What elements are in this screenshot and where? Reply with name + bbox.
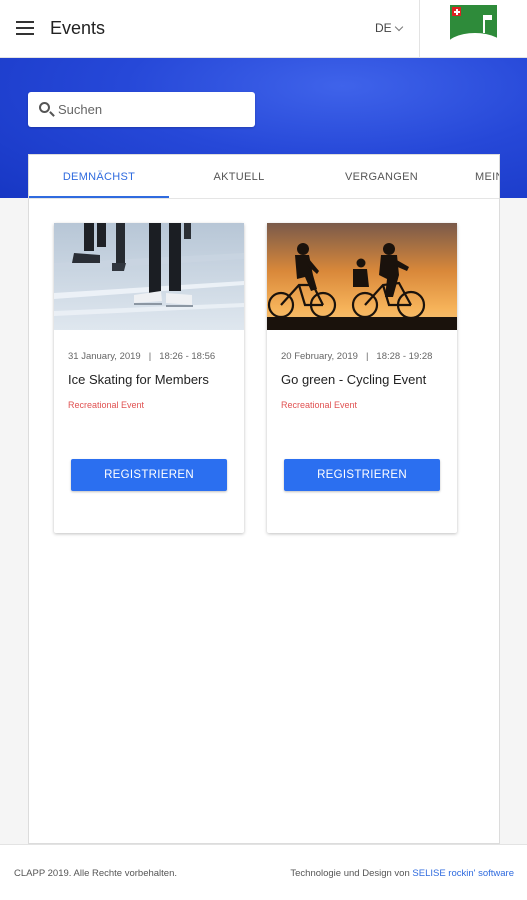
event-date: 20 February, 2019 — [281, 351, 358, 362]
event-category: Recreational Event — [281, 400, 358, 410]
search-box[interactable] — [28, 92, 255, 127]
language-selector[interactable]: DE — [375, 21, 403, 35]
credit-prefix: Technologie und Design von — [290, 868, 410, 879]
tab-bar: DEMNÄCHST AKTUELL VERGANGEN MEIN — [29, 155, 499, 199]
event-card[interactable]: 31 January, 2019 | 18:26 - 18:56 Ice Skati… — [54, 223, 244, 533]
event-date: 31 January, 2019 — [68, 351, 141, 362]
event-title[interactable]: Ice Skating for Members — [68, 372, 209, 387]
active-tab-indicator — [29, 196, 169, 198]
credit-text: Technologie und Design von SELISE rockin… — [290, 868, 514, 879]
footer: CLAPP 2019. Alle Rechte vorbehalten. Tec… — [0, 844, 527, 900]
swiss-flag-icon — [452, 7, 461, 16]
event-card[interactable]: 20 February, 2019 | 18:28 - 19:28 Go green… — [267, 223, 457, 533]
chevron-down-icon — [394, 22, 403, 32]
register-button[interactable]: REGISTRIEREN — [71, 459, 227, 491]
search-icon — [39, 102, 50, 113]
divider — [419, 0, 420, 58]
event-category: Recreational Event — [68, 400, 145, 410]
tab-current[interactable]: AKTUELL — [169, 155, 309, 199]
register-button[interactable]: REGISTRIEREN — [284, 459, 440, 491]
event-title[interactable]: Go green - Cycling Event — [281, 372, 426, 387]
event-time: 18:26 - 18:56 — [159, 351, 216, 362]
date-time-separator: | — [365, 351, 369, 362]
event-image-cycling — [267, 223, 457, 330]
tab-past[interactable]: VERGANGEN — [309, 155, 454, 199]
event-time: 18:28 - 19:28 — [376, 351, 433, 362]
copyright-text: CLAPP 2019. Alle Rechte vorbehalten. — [14, 868, 178, 879]
page-title: Events — [50, 18, 106, 38]
club-logo[interactable] — [450, 5, 497, 52]
tab-upcoming[interactable]: DEMNÄCHST — [29, 155, 169, 199]
menu-icon[interactable] — [16, 21, 34, 35]
date-time-separator: | — [148, 351, 152, 362]
event-image-ice-skating — [54, 223, 244, 330]
language-label: DE — [375, 21, 392, 35]
tab-mine[interactable]: MEIN — [475, 155, 499, 199]
selise-link[interactable]: SELISE rockin' software — [412, 868, 514, 879]
app-bar: Events DE — [0, 0, 527, 58]
events-panel: DEMNÄCHST AKTUELL VERGANGEN MEIN — [28, 154, 500, 844]
event-datetime: 20 February, 2019 | 18:28 - 19:28 — [281, 351, 432, 362]
event-datetime: 31 January, 2019 | 18:26 - 18:56 — [68, 351, 215, 362]
search-input[interactable] — [58, 92, 248, 127]
